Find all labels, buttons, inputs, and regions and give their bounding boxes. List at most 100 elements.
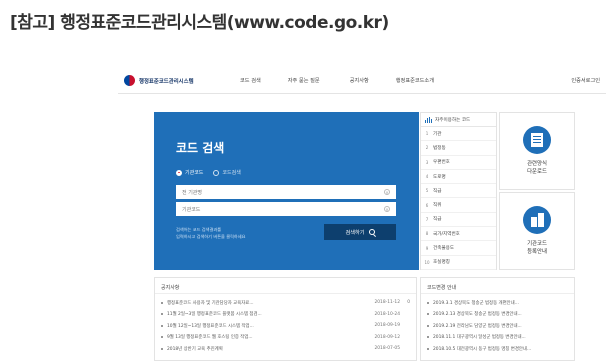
item-label: 우편번호 xyxy=(433,160,450,166)
website-screenshot: 행정표준코드관리시스템 코드 검색 자주 묻는 질문 공지사항 행정표준코드소개… xyxy=(118,68,606,364)
popular-code-item[interactable]: 1 기관 xyxy=(421,127,496,142)
notice-text: 9월 13일 행정표준코드 웹 호스팅 인증 작업... xyxy=(167,335,253,341)
code-change-title: 코드변경 안내 xyxy=(421,278,574,294)
notice-text: 2018년 상반기 교육 추진계획 xyxy=(167,346,223,352)
popular-code-item[interactable]: 5 직급 xyxy=(421,184,496,199)
search-hint: 검색어는 코드 검색결과를 입력하시고 검색하기 버튼을 클릭하세요 xyxy=(176,227,246,240)
site-header: 행정표준코드관리시스템 코드 검색 자주 묻는 질문 공지사항 행정표준코드소개… xyxy=(118,68,606,94)
search-hint-line: 입력하시고 검색하기 버튼을 클릭하세요 xyxy=(176,233,246,239)
building-icon xyxy=(523,206,551,234)
search-icon xyxy=(368,229,375,235)
radio-selected-icon xyxy=(176,169,182,176)
notice-board: 공지사항 행정표준코드 사용자 및 기관담당자 교육자료... 2018-11-1… xyxy=(154,277,417,361)
org-code-registration-link[interactable]: 기관코드 등록안내 xyxy=(499,192,575,270)
item-label: 건축물용도 xyxy=(433,246,455,252)
forms-download-label: 관련양식 다운로드 xyxy=(527,161,547,175)
notice-text: 행정표준코드 사용자 및 기관담당자 교육자료... xyxy=(167,300,254,306)
radio-org-code-label: 기관코드 xyxy=(185,170,204,176)
search-button[interactable]: 검색하기 xyxy=(324,224,396,240)
notice-item[interactable]: 9월 13일 행정표준코드 웹 호스팅 인증 작업... 2018-09-12 xyxy=(161,332,410,344)
bar-chart-icon xyxy=(425,116,432,123)
notice-text: 10월 12일~13일 행정표준코드 시스템 작업... xyxy=(167,323,254,329)
notice-date: 2018-09-12 xyxy=(374,334,400,340)
code-change-text: 2019.3.1 경상북도 청송군 법정동 개편안내... xyxy=(433,300,519,306)
nav-item-code-search[interactable]: 코드 검색 xyxy=(240,77,261,84)
notice-date: 2018-10-24 xyxy=(374,311,400,317)
popular-code-item[interactable]: 10 호실명칭 xyxy=(421,256,496,270)
item-label: 도로명 xyxy=(433,174,446,180)
main-nav: 코드 검색 자주 묻는 질문 공지사항 행정표준코드소개 xyxy=(240,77,461,84)
radio-code-search-label: 코드검색 xyxy=(222,170,241,176)
code-search-panel: 코드 검색 기관코드 코드검색 전 기관명 × 기관코드 × 검색어는 코드 검… xyxy=(154,112,419,270)
notice-item[interactable]: 행정표준코드 사용자 및 기관담당자 교육자료... 2018-11-12 0 xyxy=(161,297,410,309)
notice-title: 공지사항 xyxy=(155,278,416,294)
code-change-item[interactable]: 2019.3.1 경상북도 청송군 법정동 개편안내... xyxy=(427,297,568,309)
code-change-item[interactable]: 2019.2.19 전라남도 담양군 법정동 변경안내... xyxy=(427,320,568,332)
popular-codes-title: 자주이용하는 코드 xyxy=(435,117,471,123)
nav-item-about[interactable]: 행정표준코드소개 xyxy=(396,77,434,84)
org-code-input[interactable]: 기관코드 × xyxy=(176,202,396,216)
code-change-item[interactable]: 2019.2.13 경상북도 청송군 법정동 변경안내... xyxy=(427,309,568,321)
nav-item-notice[interactable]: 공지사항 xyxy=(350,77,369,84)
radio-org-code[interactable]: 기관코드 xyxy=(176,169,203,176)
notice-date: 2018-09-19 xyxy=(374,323,400,329)
item-label: 직급 xyxy=(433,217,442,223)
item-number: 8 xyxy=(425,231,429,237)
item-label: 직위 xyxy=(433,203,442,209)
item-number: 1 xyxy=(425,131,429,137)
item-label: 국가/지역번호 xyxy=(433,231,460,237)
item-label: 기관 xyxy=(433,131,442,137)
clear-icon[interactable]: × xyxy=(384,206,390,212)
org-name-placeholder: 전 기관명 xyxy=(182,189,202,196)
org-code-registration-label: 기관코드 등록안내 xyxy=(527,241,547,255)
search-title: 코드 검색 xyxy=(176,141,225,155)
document-icon xyxy=(523,126,551,154)
site-logo[interactable]: 행정표준코드관리시스템 xyxy=(124,75,224,86)
notice-item[interactable]: 11월 2일~3일 행정표준코드 플랫폼 시스템 점검... 2018-10-24 xyxy=(161,309,410,321)
notice-item[interactable]: 2018년 상반기 교육 추진계획 2018-07-05 xyxy=(161,343,410,355)
code-change-text: 2019.2.13 경상북도 청송군 법정동 변경안내... xyxy=(433,312,522,318)
forms-download-link[interactable]: 관련양식 다운로드 xyxy=(499,112,575,190)
item-label: 호실명칭 xyxy=(433,260,450,266)
item-number: 7 xyxy=(425,216,429,222)
radio-unselected-icon xyxy=(213,169,220,176)
item-number: 4 xyxy=(425,174,429,180)
code-change-text: 2018.11.1 대구광역시 달성군 법정동 변경안내... xyxy=(433,335,526,341)
notice-date: 2018-11-12 xyxy=(374,300,400,306)
item-number: 9 xyxy=(425,245,429,251)
org-code-placeholder: 기관코드 xyxy=(182,206,201,213)
item-number: 10 xyxy=(424,259,430,265)
certificate-login-link[interactable]: 인증서로그인 xyxy=(571,77,600,84)
popular-code-item[interactable]: 4 도로명 xyxy=(421,170,496,185)
notice-text: 11월 2일~3일 행정표준코드 플랫폼 시스템 점검... xyxy=(167,312,262,318)
popular-code-item[interactable]: 3 우편번호 xyxy=(421,156,496,170)
code-change-item[interactable]: 2018.10.5 대전광역시 동구 법정동 명칭 변경안내... xyxy=(427,343,568,355)
notice-date: 2018-07-05 xyxy=(374,346,400,352)
popular-code-item[interactable]: 6 직위 xyxy=(421,198,496,213)
search-type-radios: 기관코드 코드검색 xyxy=(176,169,251,176)
item-number: 6 xyxy=(425,202,429,208)
page-heading: [참고] 행정표준코드관리시스템(www.code.go.kr) xyxy=(10,13,389,33)
item-label: 직급 xyxy=(433,188,442,194)
taegeuk-logo-icon xyxy=(124,75,135,86)
nav-item-faq[interactable]: 자주 묻는 질문 xyxy=(288,77,320,84)
item-number: 3 xyxy=(425,159,429,165)
org-name-input[interactable]: 전 기관명 × xyxy=(176,185,396,199)
popular-codes-panel: 자주이용하는 코드 1 기관 2 법정동 3 우편번호 4 도로명 5 직급 6 직위 7직… xyxy=(420,112,497,270)
logo-text: 행정표준코드관리시스템 xyxy=(139,78,194,85)
popular-code-item[interactable]: 7 직급 xyxy=(421,213,496,228)
clear-icon[interactable]: × xyxy=(384,189,390,195)
popular-code-item[interactable]: 9 건축물용도 xyxy=(421,241,496,256)
search-button-label: 검색하기 xyxy=(345,229,365,236)
code-change-text: 2018.10.5 대전광역시 동구 법정동 명칭 변경안내... xyxy=(433,346,532,352)
popular-code-item[interactable]: 2 법정동 xyxy=(421,141,496,156)
popular-code-item[interactable]: 8 국가/지역번호 xyxy=(421,227,496,242)
notice-count: 0 xyxy=(407,300,410,306)
code-change-text: 2019.2.19 전라남도 담양군 법정동 변경안내... xyxy=(433,323,522,329)
radio-code-search[interactable]: 코드검색 xyxy=(213,169,241,176)
item-number: 2 xyxy=(425,145,429,151)
item-number: 5 xyxy=(425,188,429,194)
item-label: 법정동 xyxy=(433,145,446,151)
code-change-item[interactable]: 2018.11.1 대구광역시 달성군 법정동 변경안내... xyxy=(427,332,568,344)
notice-item[interactable]: 10월 12일~13일 행정표준코드 시스템 작업... 2018-09-19 xyxy=(161,320,410,332)
